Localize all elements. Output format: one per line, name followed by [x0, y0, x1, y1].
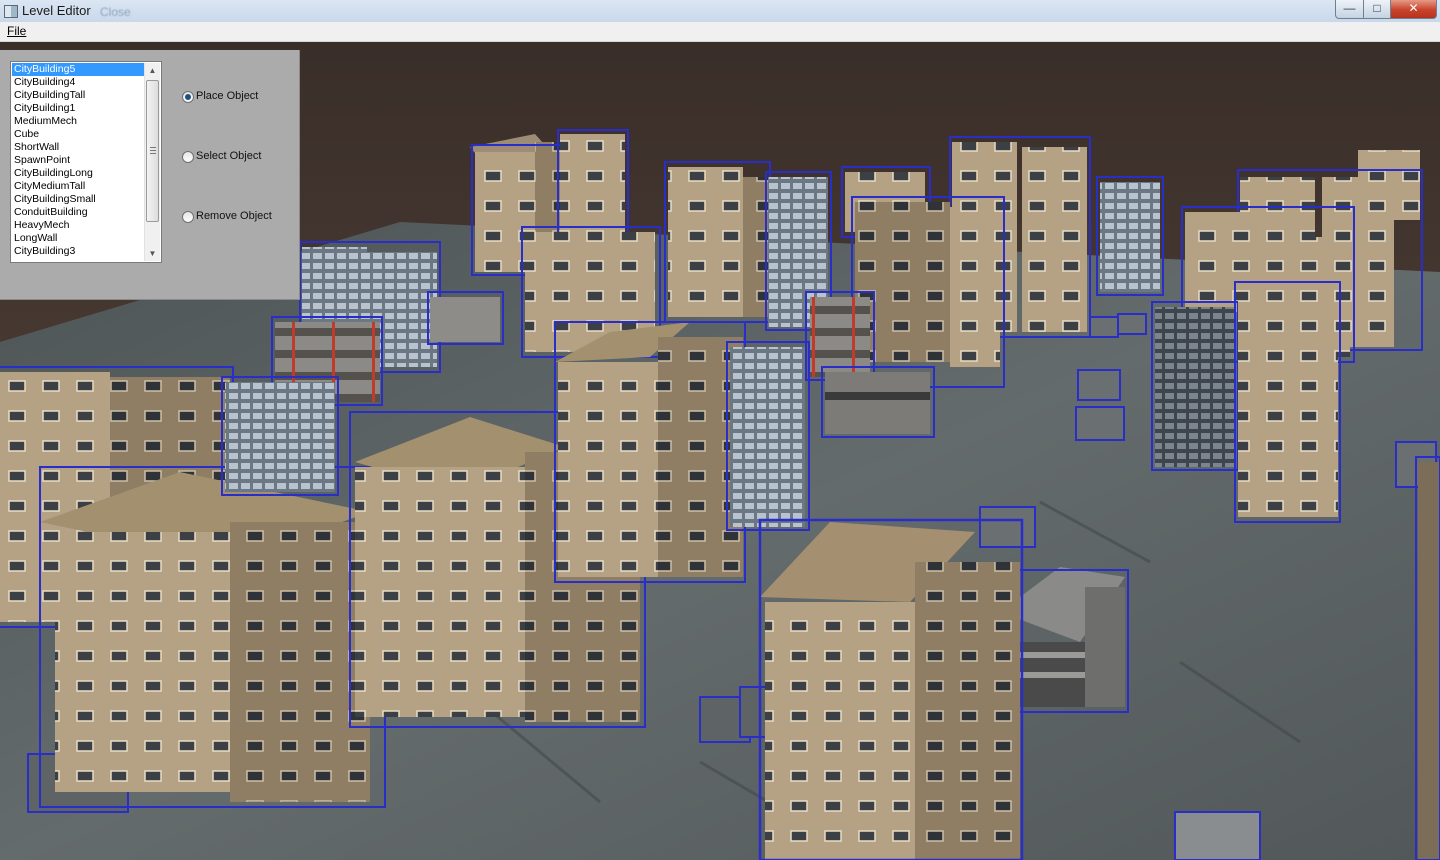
object-list-item[interactable]: LongWall — [12, 232, 144, 245]
object-list-item[interactable]: ShortWall — [12, 141, 144, 154]
building-far-right-edge[interactable] — [1415, 456, 1440, 860]
window-title: Level Editor — [22, 3, 91, 18]
object-list-item[interactable]: MediumMech — [12, 115, 144, 128]
grip-line — [150, 150, 156, 151]
scroll-thumb[interactable] — [146, 80, 159, 222]
title-ghost-text: Close — [100, 5, 131, 19]
close-icon: ✕ — [1408, 1, 1419, 15]
object-list-item[interactable]: CityBuilding1 — [12, 102, 144, 115]
radio-label[interactable]: Remove Object — [196, 210, 272, 222]
object-listbox[interactable]: CityBuilding5 CityBuilding4 CityBuilding… — [10, 61, 162, 263]
scroll-down-icon[interactable]: ▼ — [145, 246, 160, 261]
building-back-2[interactable] — [557, 129, 629, 247]
minimize-button[interactable]: — — [1335, 0, 1364, 19]
radio-checked-icon[interactable] — [182, 91, 194, 103]
list-scrollbar[interactable]: ▲ ▼ — [144, 63, 160, 261]
radio-unchecked-icon[interactable] — [182, 151, 194, 163]
building-back-3[interactable] — [664, 161, 771, 323]
minimize-icon: — — [1343, 1, 1356, 15]
object-list-item[interactable]: CityBuildingSmall — [12, 193, 144, 206]
grip-line — [150, 147, 156, 148]
object-list-item[interactable]: CityMediumTall — [12, 180, 144, 193]
building-front-selected[interactable] — [758, 518, 1024, 860]
window-title-bar[interactable]: Level Editor Close — □ ✕ — [0, 0, 1440, 23]
building-back-7[interactable] — [1096, 176, 1164, 296]
maximize-button[interactable]: □ — [1363, 0, 1391, 19]
object-list: CityBuilding5 CityBuilding4 CityBuilding… — [12, 63, 144, 258]
object-list-item[interactable]: HeavyMech — [12, 219, 144, 232]
grip-line — [150, 153, 156, 154]
building-front-center-left[interactable] — [39, 466, 386, 808]
app-icon — [4, 5, 18, 18]
maximize-icon: □ — [1373, 1, 1381, 15]
object-list-item[interactable]: CityBuilding4 — [12, 76, 144, 89]
building-mid-flat[interactable] — [427, 291, 504, 345]
tool-panel: CityBuilding5 CityBuilding4 CityBuilding… — [0, 50, 300, 300]
building-mid-low[interactable] — [821, 366, 935, 438]
object-list-item[interactable]: CityBuilding3 — [12, 245, 144, 258]
object-list-item[interactable]: SpawnPoint — [12, 154, 144, 167]
building-mid-dark-glass[interactable] — [1151, 301, 1239, 471]
building-mid-tan-4[interactable] — [1234, 281, 1341, 523]
menu-file[interactable]: File — [7, 24, 26, 38]
object-list-item[interactable]: CityBuilding5 — [12, 63, 144, 76]
close-button[interactable]: ✕ — [1390, 0, 1437, 19]
object-list-item[interactable]: Cube — [12, 128, 144, 141]
object-list-item[interactable]: CityBuildingLong — [12, 167, 144, 180]
building-front-glass-mid[interactable] — [726, 341, 810, 531]
object-list-item[interactable]: ConduitBuilding — [12, 206, 144, 219]
radio-label[interactable]: Select Object — [196, 150, 261, 162]
radio-unchecked-icon[interactable] — [182, 211, 194, 223]
radio-label[interactable]: Place Object — [196, 90, 258, 102]
building-front-glass-left[interactable] — [221, 376, 339, 496]
scroll-up-icon[interactable]: ▲ — [145, 63, 160, 78]
menu-bar: File — [0, 22, 1440, 42]
object-list-item[interactable]: CityBuildingTall — [12, 89, 144, 102]
